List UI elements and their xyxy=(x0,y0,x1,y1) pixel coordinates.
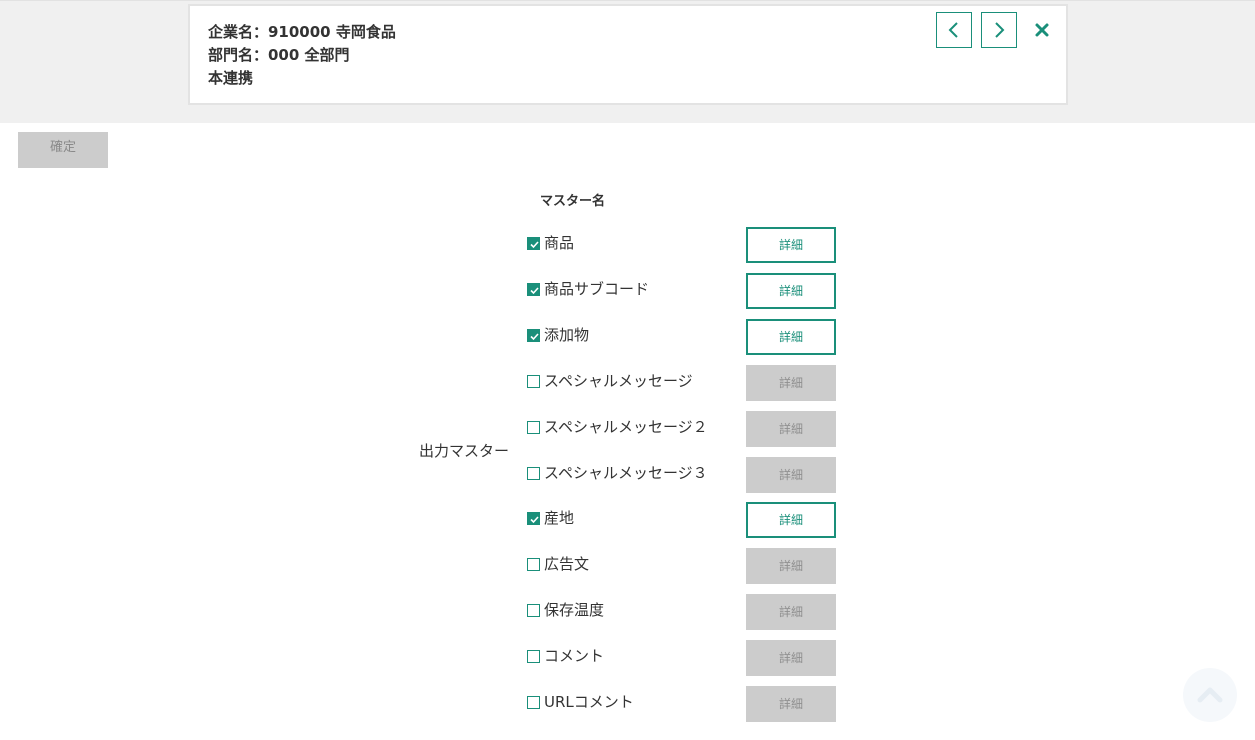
chevron-left-icon xyxy=(948,22,958,38)
confirm-button[interactable]: 確定 xyxy=(18,132,108,168)
close-icon xyxy=(1035,23,1049,37)
detail-button[interactable]: 詳細 xyxy=(746,594,836,630)
master-label: 産地 xyxy=(544,509,575,527)
master-checkbox[interactable] xyxy=(527,650,540,663)
master-label: 商品 xyxy=(544,234,575,252)
master-label: 保存温度 xyxy=(544,601,605,619)
master-checkbox[interactable] xyxy=(527,421,540,434)
chevron-right-icon xyxy=(995,22,1005,38)
master-row: スペシャルメッセージ２ 詳細 xyxy=(527,411,847,447)
master-row: 広告文 詳細 xyxy=(527,548,847,584)
check-icon xyxy=(530,241,539,249)
detail-button[interactable]: 詳細 xyxy=(746,502,836,538)
master-row: 商品 詳細 xyxy=(527,227,847,263)
master-label: スペシャルメッセージ２ xyxy=(544,418,708,436)
column-header-master-name: マスター名 xyxy=(540,194,606,209)
master-checkbox[interactable] xyxy=(527,696,540,709)
detail-button[interactable]: 詳細 xyxy=(746,273,836,309)
master-row: スペシャルメッセージ３ 詳細 xyxy=(527,457,847,493)
detail-button[interactable]: 詳細 xyxy=(746,640,836,676)
scroll-top-button[interactable] xyxy=(1183,668,1237,722)
master-row: スペシャルメッセージ 詳細 xyxy=(527,365,847,401)
master-checkbox[interactable] xyxy=(527,329,540,342)
detail-button[interactable]: 詳細 xyxy=(746,457,836,493)
detail-button[interactable]: 詳細 xyxy=(746,548,836,584)
check-icon xyxy=(530,516,539,524)
detail-button[interactable]: 詳細 xyxy=(746,411,836,447)
master-checkbox[interactable] xyxy=(527,558,540,571)
detail-button[interactable]: 詳細 xyxy=(746,686,836,722)
detail-button[interactable]: 詳細 xyxy=(746,319,836,355)
master-checkbox[interactable] xyxy=(527,467,540,480)
info-card: 企業名：910000 寺岡食品 部門名：000 全部門 本連携 xyxy=(188,4,1068,105)
company-name: 企業名：910000 寺岡食品 xyxy=(208,23,396,41)
master-label: URLコメント xyxy=(544,693,634,711)
output-master-label: 出力マスター xyxy=(419,442,510,460)
master-label: 広告文 xyxy=(544,555,590,573)
master-row: 添加物 詳細 xyxy=(527,319,847,355)
chevron-up-icon xyxy=(1197,687,1223,703)
master-checkbox[interactable] xyxy=(527,604,540,617)
header-band: 企業名：910000 寺岡食品 部門名：000 全部門 本連携 xyxy=(0,0,1255,123)
master-label: スペシャルメッセージ３ xyxy=(544,464,708,482)
master-label: コメント xyxy=(544,647,605,665)
master-checkbox[interactable] xyxy=(527,237,540,250)
master-row: 商品サブコード 詳細 xyxy=(527,273,847,309)
close-button[interactable] xyxy=(1032,20,1052,40)
detail-button[interactable]: 詳細 xyxy=(746,365,836,401)
detail-button[interactable]: 詳細 xyxy=(746,227,836,263)
master-row: URLコメント 詳細 xyxy=(527,686,847,722)
master-checkbox[interactable] xyxy=(527,375,540,388)
next-button[interactable] xyxy=(981,12,1017,48)
master-label: 商品サブコード xyxy=(544,280,650,298)
master-label: スペシャルメッセージ xyxy=(544,372,693,390)
prev-button[interactable] xyxy=(936,12,972,48)
master-row: 産地 詳細 xyxy=(527,502,847,538)
master-row: コメント 詳細 xyxy=(527,640,847,676)
master-checkbox[interactable] xyxy=(527,283,540,296)
master-label: 添加物 xyxy=(544,326,590,344)
integration-mode: 本連携 xyxy=(208,69,254,87)
master-row: 保存温度 詳細 xyxy=(527,594,847,630)
master-checkbox[interactable] xyxy=(527,512,540,525)
check-icon xyxy=(530,333,539,341)
department-name: 部門名：000 全部門 xyxy=(208,46,350,64)
check-icon xyxy=(530,287,539,295)
